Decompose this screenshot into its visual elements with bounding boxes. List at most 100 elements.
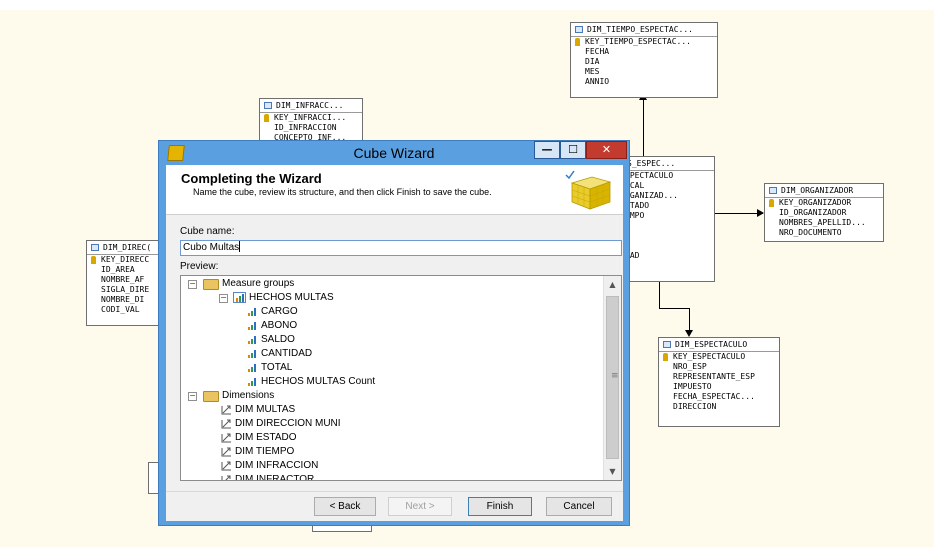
dimension-icon	[221, 461, 231, 471]
table-title: DIM_ORGANIZADOR	[781, 186, 854, 195]
table-column: REPRESENTANTE_ESP	[673, 372, 755, 381]
dialog-body: Completing the Wizard Name the cube, rev…	[166, 165, 623, 521]
tree-node-measure[interactable]: TOTAL	[261, 361, 292, 374]
collapse-toggle[interactable]: −	[219, 294, 228, 303]
title-bar[interactable]: Cube Wizard — ☐ ✕	[159, 141, 629, 165]
tree-node-fact[interactable]: HECHOS MULTAS	[249, 291, 334, 304]
tree-node-dimension[interactable]: DIM INFRACTOR	[235, 473, 314, 480]
table-column: NRO_ESP	[673, 362, 707, 371]
table-title: DIM_DIREC(	[103, 243, 152, 252]
table-column: ANNIO	[585, 77, 610, 86]
table-column: IMPUESTO	[673, 382, 712, 391]
table-dim-direccion[interactable]: DIM_DIREC( KEY_DIRECC ID_AREA NOMBRE_AF …	[86, 240, 168, 326]
table-column: ID_AREA	[101, 265, 135, 274]
relationship-line	[713, 213, 763, 214]
table-column: ID_INFRACCION	[274, 123, 337, 132]
wizard-header: Completing the Wizard Name the cube, rev…	[166, 165, 623, 215]
table-column: ID_ORGANIZADOR	[779, 208, 847, 217]
table-icon	[769, 187, 777, 194]
table-column: DIRECCION	[673, 402, 717, 411]
table-column: KEY_ESPECTACULO	[659, 352, 779, 362]
dimension-icon	[221, 433, 231, 443]
next-button[interactable]: Next >	[388, 497, 452, 516]
table-column: NOMBRES_APELLID...	[779, 218, 866, 227]
table-column: NOMBRE_DI	[101, 295, 145, 304]
table-column: KEY_DIRECC	[87, 255, 167, 265]
back-button[interactable]: < Back	[314, 497, 376, 516]
table-title: DIM_INFRACC...	[276, 101, 344, 110]
tree-node-dimension[interactable]: DIM ESTADO	[235, 431, 296, 444]
table-icon	[663, 341, 671, 348]
table-column: MES	[585, 67, 600, 76]
scroll-down-icon[interactable]: ▼	[605, 464, 620, 479]
dialog-footer: < Back Next > Finish Cancel	[166, 491, 623, 521]
top-band	[0, 0, 934, 10]
table-dim-tiempo[interactable]: DIM_TIEMPO_ESPECTAC... KEY_TIEMPO_ESPECT…	[570, 22, 718, 98]
collapse-toggle[interactable]: −	[188, 392, 197, 401]
dimension-icon	[221, 405, 231, 415]
measure-icon	[248, 350, 256, 358]
tree-node-dimension[interactable]: DIM TIEMPO	[235, 445, 294, 458]
arrow-head	[757, 209, 764, 217]
table-dim-organizador[interactable]: DIM_ORGANIZADOR KEY_ORGANIZADOR ID_ORGAN…	[764, 183, 884, 242]
minimize-button[interactable]: —	[534, 141, 560, 159]
scroll-thumb[interactable]: ≡	[606, 296, 619, 459]
scroll-up-icon[interactable]: ▲	[605, 277, 620, 292]
table-title: S_ESPEC...	[627, 159, 676, 168]
tree-node-measure[interactable]: SALDO	[261, 333, 295, 346]
finish-button[interactable]: Finish	[468, 497, 532, 516]
collapse-toggle[interactable]: −	[188, 280, 197, 289]
relationship-line	[659, 280, 660, 308]
tree-node-dimension[interactable]: DIM DIRECCION MUNI	[235, 417, 341, 430]
table-icon	[575, 26, 583, 33]
table-title: DIM_ESPECTACULO	[675, 340, 748, 349]
table-icon	[264, 102, 272, 109]
measure-icon	[248, 322, 256, 330]
close-button[interactable]: ✕	[586, 141, 627, 159]
arrow-head	[685, 330, 693, 337]
table-column: KEY_TIEMPO_ESPECTAC...	[571, 37, 717, 47]
tree-node-measure[interactable]: CANTIDAD	[261, 347, 312, 360]
maximize-button[interactable]: ☐	[560, 141, 586, 159]
measure-icon	[248, 308, 256, 316]
vertical-scrollbar[interactable]: ▲ ≡ ▼	[603, 276, 621, 480]
tree-node-dimensions[interactable]: Dimensions	[222, 389, 274, 402]
cancel-button[interactable]: Cancel	[546, 497, 612, 516]
measure-icon	[248, 364, 256, 372]
cube-name-label: Cube name:	[180, 226, 235, 237]
cube-name-value: Cubo Multas	[183, 242, 240, 253]
folder-icon	[203, 391, 219, 402]
dimension-icon	[221, 475, 231, 480]
table-column: NOMBRE_AF	[101, 275, 145, 284]
tree-node-measure-groups[interactable]: Measure groups	[222, 277, 294, 290]
preview-label: Preview:	[180, 261, 219, 272]
relationship-line	[689, 308, 690, 332]
table-dim-infracc[interactable]: DIM_INFRACC... KEY_INFRACCI... ID_INFRAC…	[259, 98, 363, 144]
text-caret	[239, 241, 241, 252]
measure-icon	[248, 336, 256, 344]
cube-name-input[interactable]: Cubo Multas	[180, 240, 622, 256]
relationship-line	[643, 98, 644, 158]
tree-node-dimension[interactable]: DIM INFRACCION	[235, 459, 318, 472]
grip-icon: ≡	[611, 371, 619, 381]
dimension-icon	[221, 419, 231, 429]
preview-tree[interactable]: − Measure groups − HECHOS MULTAS CARGO A…	[180, 275, 622, 481]
measure-icon	[248, 378, 256, 386]
table-dim-espectaculo[interactable]: DIM_ESPECTACULO KEY_ESPECTACULO NRO_ESP …	[658, 337, 780, 427]
folder-icon	[203, 279, 219, 290]
measure-group-icon	[233, 292, 246, 303]
table-column: SIGLA_DIRE	[101, 285, 150, 294]
tree-node-measure[interactable]: ABONO	[261, 319, 297, 332]
relationship-line	[659, 308, 689, 309]
wizard-heading: Completing the Wizard	[181, 171, 322, 186]
tree-node-measure[interactable]: HECHOS MULTAS Count	[261, 375, 375, 388]
cube-logo-icon	[565, 170, 612, 210]
wizard-subheading: Name the cube, review its structure, and…	[193, 187, 492, 197]
table-column: CODI_VAL	[101, 305, 140, 314]
table-column: KEY_ORGANIZADOR	[765, 198, 883, 208]
table-column: DIA	[585, 57, 600, 66]
dimension-icon	[221, 447, 231, 457]
tree-node-dimension[interactable]: DIM MULTAS	[235, 403, 295, 416]
table-column: NRO_DOCUMENTO	[779, 228, 842, 237]
tree-node-measure[interactable]: CARGO	[261, 305, 298, 318]
